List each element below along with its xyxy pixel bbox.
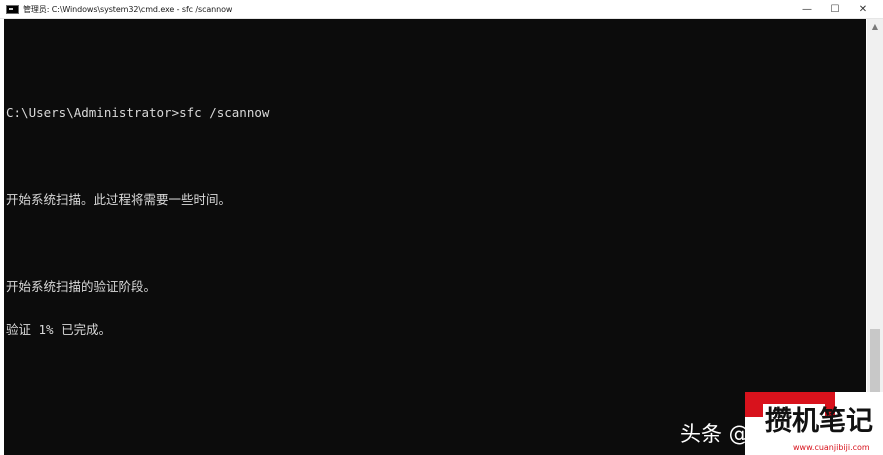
console-line-verify-phase: 开始系统扫描的验证阶段。 bbox=[6, 278, 157, 294]
maximize-button[interactable]: ☐ bbox=[821, 0, 849, 18]
console-output[interactable]: C:\Users\Administrator>sfc /scannow 开始系统… bbox=[4, 19, 866, 455]
cmd-app-icon bbox=[6, 4, 19, 14]
title-bar[interactable]: 管理员: C:\Windows\system32\cmd.exe - sfc /… bbox=[0, 0, 883, 19]
logo-text: 攒机笔记 bbox=[765, 406, 873, 437]
cmd-window: 管理员: C:\Windows\system32\cmd.exe - sfc /… bbox=[0, 0, 883, 455]
watermark-logo: 攒机笔记 www.cuanjibiji.com bbox=[745, 392, 883, 455]
console-line-scan-start: 开始系统扫描。此过程将需要一些时间。 bbox=[6, 191, 232, 207]
console-line-prompt: C:\Users\Administrator>sfc /scannow bbox=[6, 104, 270, 120]
scroll-up-arrow-icon[interactable]: ▲ bbox=[867, 21, 883, 33]
logo-url: www.cuanjibiji.com bbox=[793, 443, 870, 452]
window-title: 管理员: C:\Windows\system32\cmd.exe - sfc /… bbox=[23, 4, 233, 14]
window-controls: — ☐ ✕ bbox=[793, 0, 877, 18]
console-line-progress: 验证 1% 已完成。 bbox=[6, 322, 112, 337]
vertical-scrollbar[interactable]: ▲ bbox=[867, 19, 883, 455]
minimize-button[interactable]: — bbox=[793, 0, 821, 18]
console-lines: C:\Users\Administrator>sfc /scannow 开始系统… bbox=[6, 33, 269, 367]
scrollbar-thumb[interactable] bbox=[870, 329, 880, 399]
watermark-text: 头条 @ bbox=[680, 422, 750, 446]
close-button[interactable]: ✕ bbox=[849, 0, 877, 18]
